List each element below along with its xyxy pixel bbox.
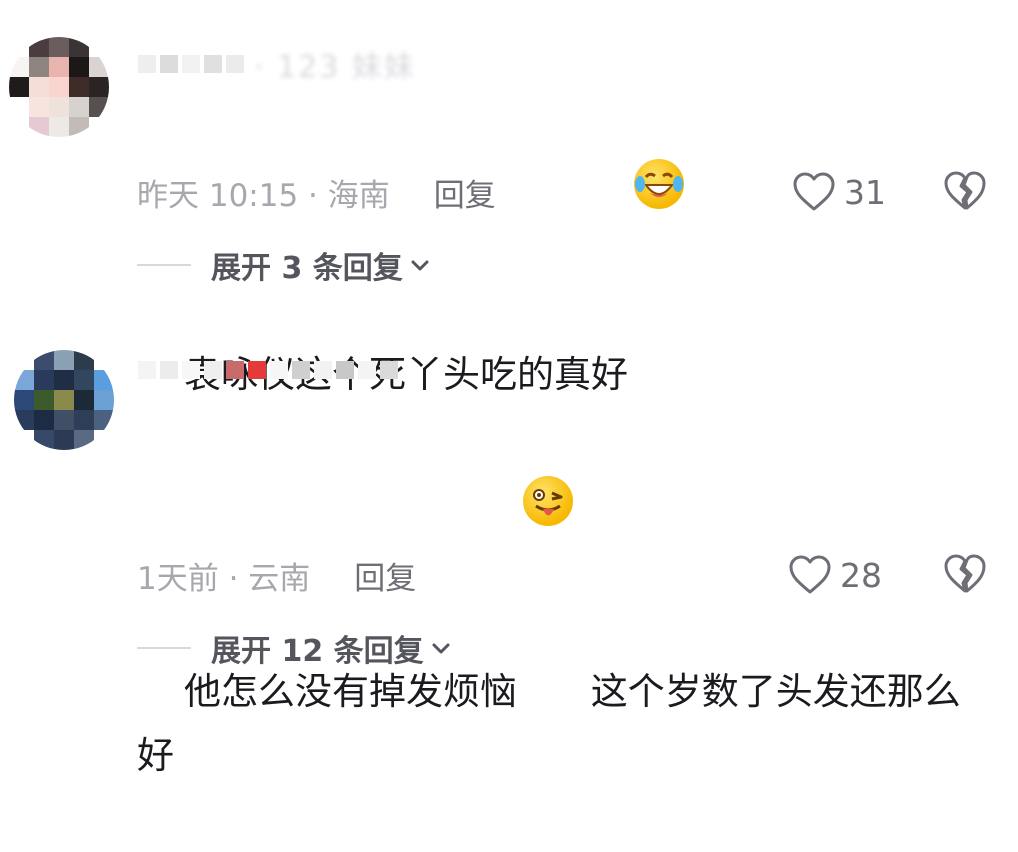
reply-button[interactable]: 回复 bbox=[434, 170, 496, 215]
chevron-down-icon bbox=[432, 643, 450, 654]
like-button[interactable]: 31 bbox=[792, 170, 886, 214]
expand-replies-button[interactable]: 展开 12 条回复 bbox=[137, 626, 452, 670]
time-location: 1天前 · 云南 bbox=[137, 560, 311, 597]
chevron-down-icon bbox=[411, 260, 429, 271]
broken-heart-icon bbox=[944, 554, 986, 593]
dislike-button[interactable] bbox=[942, 553, 988, 599]
username-blurred[interactable] bbox=[138, 353, 398, 387]
like-button[interactable]: 28 bbox=[788, 553, 882, 597]
time-location: 昨天 10:15 · 海南 bbox=[137, 177, 390, 214]
username-blurred[interactable]: · 123 妹妹 bbox=[138, 47, 416, 85]
heart-icon bbox=[789, 555, 831, 594]
divider bbox=[137, 647, 191, 649]
comment-1: · 123 妹妹 袁咏仪这个死丫头吃的真好 昨天 10:15 · 海南 回复 3… bbox=[0, 0, 1018, 396]
heart-icon bbox=[793, 172, 835, 211]
laughing-tears-emoji-icon bbox=[634, 159, 685, 209]
comment-meta: 昨天 10:15 · 海南 回复 bbox=[137, 170, 496, 214]
like-count: 28 bbox=[840, 555, 882, 595]
comment-meta: 1天前 · 云南 回复 bbox=[137, 553, 416, 597]
dislike-button[interactable] bbox=[942, 170, 988, 216]
expand-replies-button[interactable]: 展开 3 条回复 bbox=[137, 243, 431, 287]
winking-tongue-emoji-icon bbox=[523, 476, 574, 526]
reply-button[interactable]: 回复 bbox=[354, 553, 416, 598]
user-avatar[interactable] bbox=[9, 37, 109, 137]
broken-heart-icon bbox=[944, 171, 986, 210]
divider bbox=[137, 264, 191, 266]
user-avatar[interactable] bbox=[14, 350, 114, 450]
comment-2: 他怎么没有掉发烦恼 这个岁数了头发还那么好 1天前 · 云南 回复 28 展开 … bbox=[0, 300, 1018, 777]
like-count: 31 bbox=[844, 172, 886, 212]
